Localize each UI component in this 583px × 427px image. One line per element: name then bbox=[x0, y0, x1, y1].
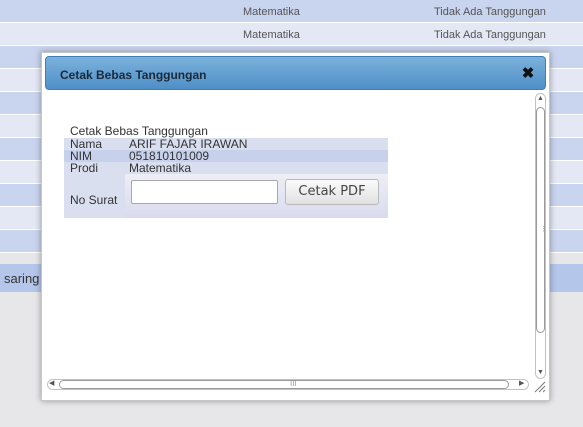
table-row: Matematika Tidak Ada Tanggungan bbox=[0, 23, 583, 46]
form-row-prodi: Prodi Matematika bbox=[64, 162, 388, 174]
form-row-no-surat: No Surat Cetak PDF bbox=[64, 174, 388, 218]
resize-grip-icon[interactable] bbox=[532, 379, 546, 393]
vertical-scrollbar[interactable]: ▲ ⋮ ▼ bbox=[535, 93, 547, 379]
field-label: Prodi bbox=[70, 161, 99, 175]
form-row-nama: Nama ARIF FAJAR IRAWAN bbox=[64, 138, 388, 150]
table-cell-status: Tidak Ada Tanggungan bbox=[434, 6, 546, 18]
form-row-nim: NIM 051810101009 bbox=[64, 150, 388, 162]
horizontal-scrollbar[interactable]: ◀ III ▶ bbox=[47, 379, 529, 390]
filter-label: saring bbox=[4, 271, 40, 286]
vertical-scroll-thumb[interactable]: ⋮ bbox=[536, 107, 547, 333]
dialog-title: Cetak Bebas Tanggungan bbox=[60, 68, 207, 82]
table-cell-prodi: Matematika bbox=[243, 6, 300, 18]
horizontal-scroll-thumb[interactable]: III bbox=[59, 379, 509, 389]
close-icon[interactable]: ✖ bbox=[519, 65, 537, 83]
form-caption: Cetak Bebas Tanggungan bbox=[64, 124, 388, 138]
dialog-titlebar[interactable]: Cetak Bebas Tanggungan ✖ bbox=[45, 56, 546, 90]
field-label: No Surat bbox=[70, 193, 118, 207]
scroll-down-icon[interactable]: ▼ bbox=[537, 369, 544, 376]
print-form: Cetak Bebas Tanggungan Nama ARIF FAJAR I… bbox=[64, 124, 388, 218]
print-dialog: Cetak Bebas Tanggungan ✖ Cetak Bebas Tan… bbox=[41, 52, 550, 401]
scroll-left-icon[interactable]: ◀ bbox=[49, 379, 54, 387]
cetak-pdf-button[interactable]: Cetak PDF bbox=[285, 179, 379, 205]
table-cell-status: Tidak Ada Tanggungan bbox=[434, 29, 546, 41]
grip-icon: III bbox=[290, 379, 297, 388]
scroll-right-icon[interactable]: ▶ bbox=[519, 379, 524, 387]
dialog-content: Cetak Bebas Tanggungan Nama ARIF FAJAR I… bbox=[45, 93, 535, 379]
table-cell-prodi: Matematika bbox=[243, 29, 300, 41]
table-row: Matematika Tidak Ada Tanggungan bbox=[0, 0, 583, 23]
grip-icon: ⋮ bbox=[540, 226, 547, 233]
field-value: Matematika bbox=[129, 161, 192, 175]
scroll-up-icon[interactable]: ▲ bbox=[537, 95, 544, 102]
no-surat-input[interactable] bbox=[131, 180, 278, 204]
